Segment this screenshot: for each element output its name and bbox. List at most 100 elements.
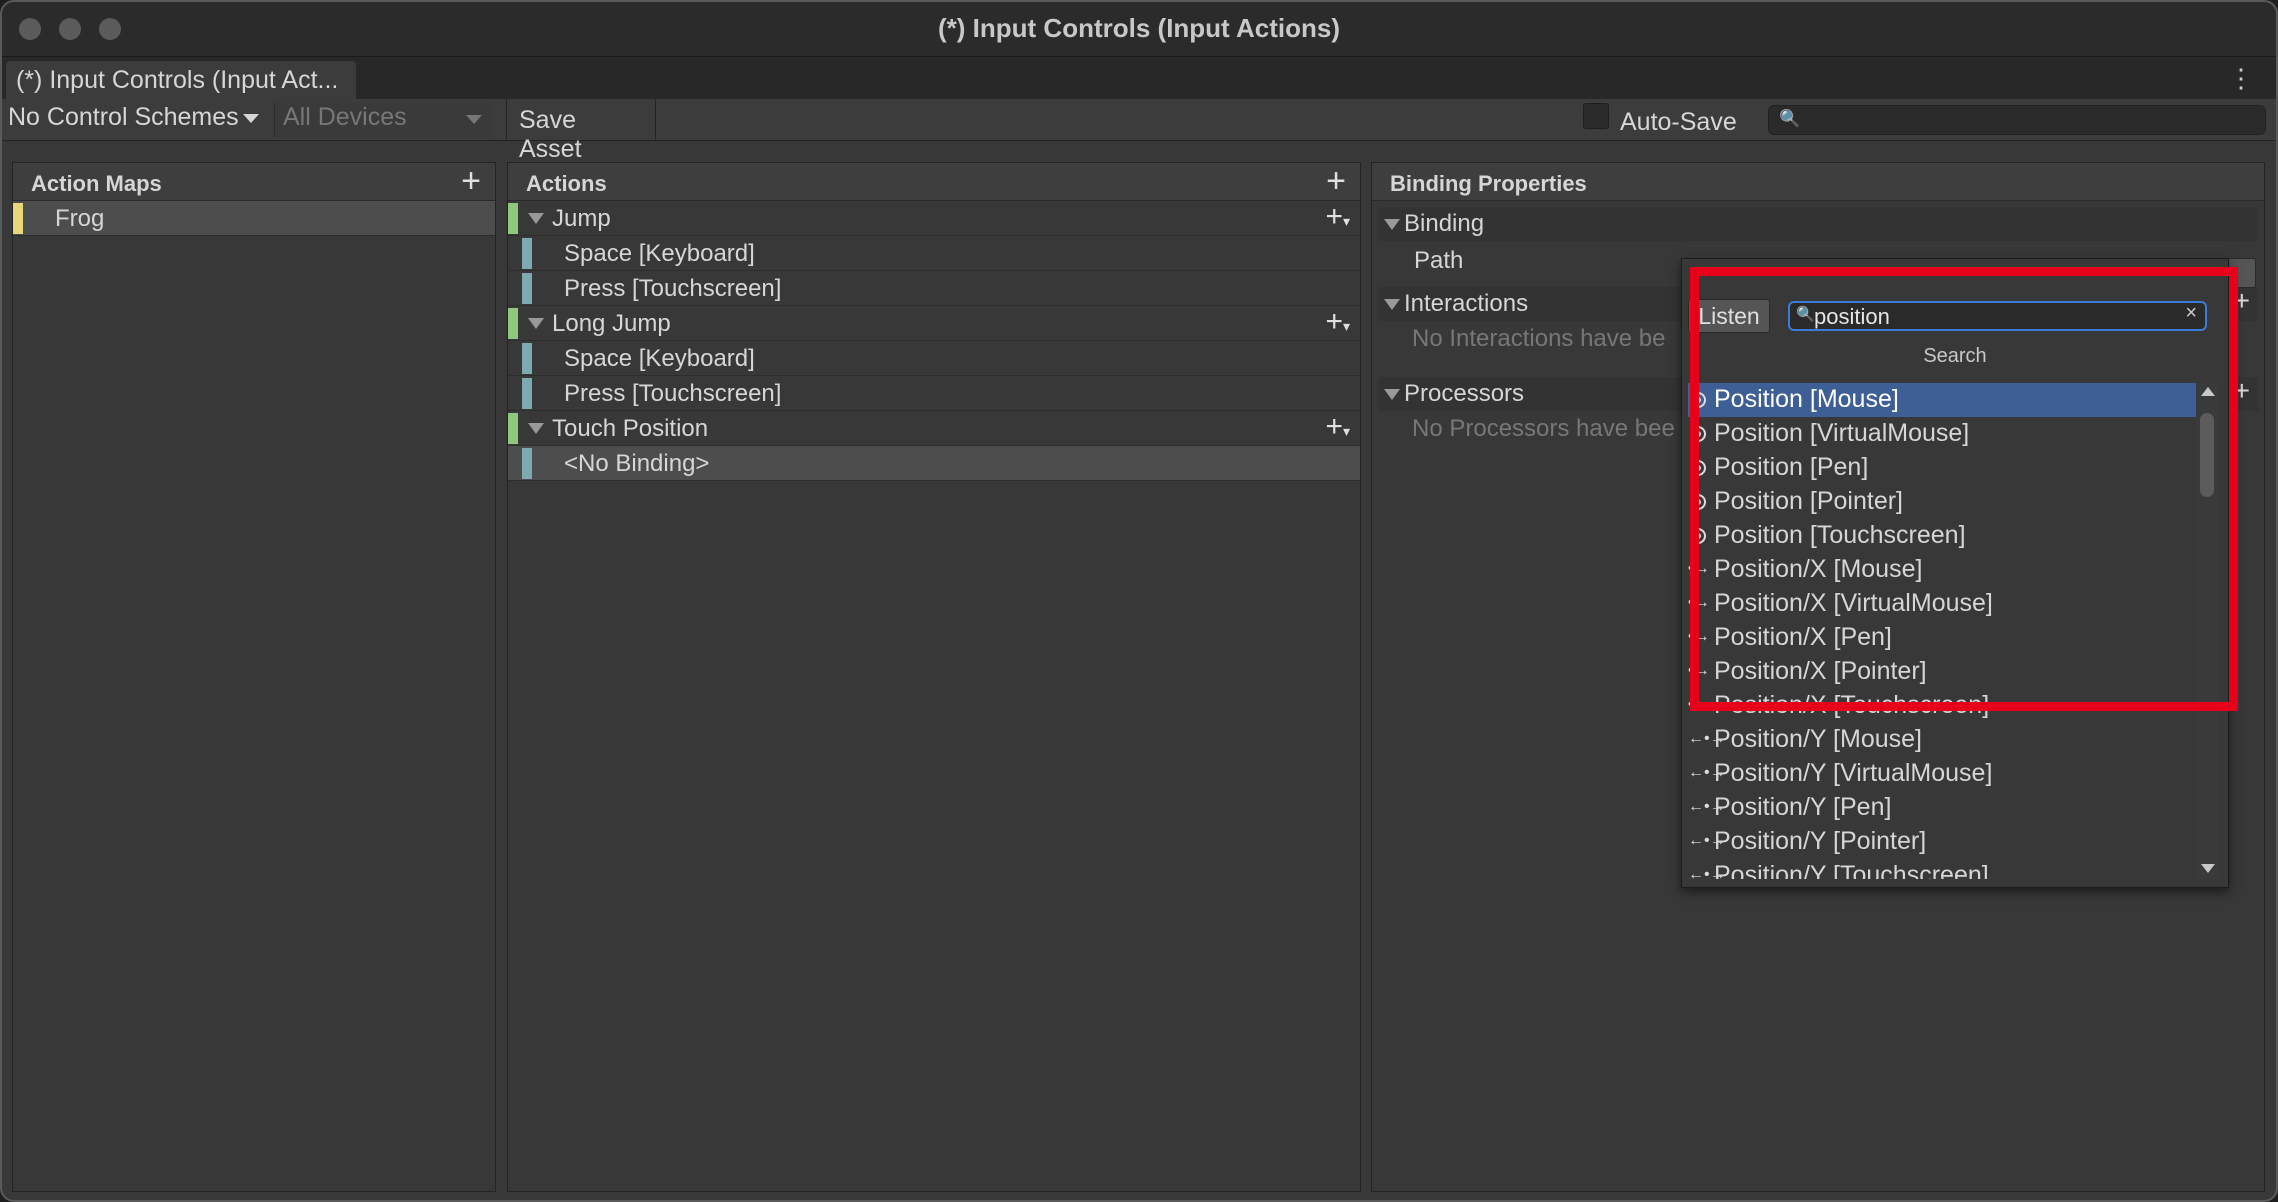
input-actions-window: (*) Input Controls (Input Actions) (*) I…: [0, 0, 2278, 1202]
control-item[interactable]: •→ Position/X [VirtualMouse]: [1688, 587, 2196, 621]
control-item[interactable]: •→ Position/X [Touchscreen]: [1688, 689, 2196, 723]
action-label: Long Jump: [552, 310, 671, 337]
save-asset-button[interactable]: Save Asset: [506, 99, 656, 163]
control-label: Position/X [Pen]: [1714, 623, 1892, 651]
control-item[interactable]: •→ Position/X [Pointer]: [1688, 655, 2196, 689]
processors-empty-text: No Processors have bee: [1412, 415, 1675, 442]
control-item[interactable]: •→ Position/X [Pen]: [1688, 621, 2196, 655]
path-label: Path: [1414, 247, 1464, 274]
add-action-button[interactable]: +: [1326, 164, 1346, 198]
binding-item[interactable]: Press [Touchscreen]: [508, 271, 1360, 306]
control-search-input[interactable]: 🔍 position ×: [1788, 301, 2207, 331]
action-label: Jump: [552, 205, 611, 232]
add-binding-button[interactable]: +▾: [1325, 307, 1350, 341]
vector-icon: [1690, 392, 1706, 408]
expand-triangle-icon[interactable]: [1384, 389, 1400, 400]
axis-icon: ←•→: [1688, 764, 1726, 781]
control-item[interactable]: ←•→ Position/Y [Touchscreen]: [1688, 859, 2196, 879]
control-label: Position [Touchscreen]: [1714, 521, 1966, 549]
picker-header: Search: [1923, 345, 1987, 367]
action-item-touch-position[interactable]: Touch Position +▾: [508, 411, 1360, 446]
scroll-thumb[interactable]: [2200, 413, 2214, 497]
control-label: Position [Mouse]: [1714, 385, 1899, 413]
window-title: (*) Input Controls (Input Actions): [938, 13, 1340, 43]
axis-icon: ←•→: [1688, 730, 1726, 747]
devices-dropdown[interactable]: All Devices: [274, 103, 492, 137]
add-processor-button[interactable]: +: [2234, 375, 2250, 407]
control-item[interactable]: ←•→ Position/Y [Pen]: [1688, 791, 2196, 825]
binding-label: Space [Keyboard]: [564, 345, 755, 372]
binding-color-stripe: [522, 273, 532, 304]
scroll-up-icon[interactable]: [2201, 387, 2215, 396]
search-icon: 🔍: [1796, 306, 1815, 323]
axis-icon: ←•→: [1688, 798, 1726, 815]
control-item[interactable]: Position [Mouse]: [1688, 383, 2196, 417]
binding-color-stripe: [522, 448, 532, 479]
control-label: Position/X [Mouse]: [1714, 555, 1923, 583]
control-list-scrollbar[interactable]: [2196, 383, 2218, 879]
binding-section-label: Binding: [1404, 210, 1485, 237]
binding-label: <No Binding>: [564, 450, 710, 477]
control-item[interactable]: •→ Position/X [Mouse]: [1688, 553, 2196, 587]
control-item[interactable]: ←•→ Position/Y [VirtualMouse]: [1688, 757, 2196, 791]
action-item-jump[interactable]: Jump +▾: [508, 201, 1360, 236]
control-list: Position [Mouse] Position [VirtualMouse]…: [1688, 383, 2196, 879]
toolbar-search-input[interactable]: 🔍: [1768, 105, 2266, 135]
axis-icon: •→: [1688, 662, 1710, 679]
binding-label: Press [Touchscreen]: [564, 380, 782, 407]
chevron-down-icon: [242, 113, 259, 123]
vector-icon: [1690, 426, 1706, 442]
action-map-label: Frog: [55, 205, 105, 232]
action-color-stripe: [508, 308, 518, 339]
binding-color-stripe: [522, 238, 532, 269]
control-scheme-label: No Control Schemes: [8, 103, 239, 131]
binding-section-header[interactable]: Binding: [1378, 207, 2258, 241]
binding-item[interactable]: Space [Keyboard]: [508, 236, 1360, 271]
axis-icon: •→: [1688, 628, 1710, 645]
control-label: Position/Y [Mouse]: [1714, 725, 1922, 753]
action-map-item-frog[interactable]: Frog: [13, 201, 495, 236]
listen-button[interactable]: Listen: [1688, 299, 1770, 333]
title-bar: (*) Input Controls (Input Actions): [2, 2, 2276, 57]
control-item[interactable]: Position [Pen]: [1688, 451, 2196, 485]
control-label: Position/X [VirtualMouse]: [1714, 589, 1993, 617]
binding-item[interactable]: Space [Keyboard]: [508, 341, 1360, 376]
axis-icon: •→: [1688, 696, 1710, 713]
control-label: Position [VirtualMouse]: [1714, 419, 1970, 447]
binding-color-stripe: [522, 378, 532, 409]
expand-triangle-icon[interactable]: [528, 213, 544, 224]
devices-label: All Devices: [283, 103, 407, 131]
add-binding-button[interactable]: +▾: [1325, 412, 1350, 446]
search-icon: 🔍: [1779, 109, 1801, 128]
clear-search-icon[interactable]: ×: [2185, 302, 2197, 325]
control-label: Position/Y [Pointer]: [1714, 827, 1927, 855]
add-binding-button[interactable]: +▾: [1325, 202, 1350, 236]
binding-item[interactable]: Press [Touchscreen]: [508, 376, 1360, 411]
expand-triangle-icon[interactable]: [528, 423, 544, 434]
control-item[interactable]: Position [Touchscreen]: [1688, 519, 2196, 553]
auto-save-label: Auto-Save: [1620, 108, 1737, 136]
tab-input-controls[interactable]: (*) Input Controls (Input Act...: [6, 61, 356, 99]
control-item[interactable]: Position [VirtualMouse]: [1688, 417, 2196, 451]
control-item[interactable]: Position [Pointer]: [1688, 485, 2196, 519]
action-item-long-jump[interactable]: Long Jump +▾: [508, 306, 1360, 341]
add-action-map-button[interactable]: +: [461, 164, 481, 198]
expand-triangle-icon[interactable]: [1384, 219, 1400, 230]
expand-triangle-icon[interactable]: [528, 318, 544, 329]
binding-item-selected[interactable]: <No Binding>: [508, 446, 1360, 481]
more-options-icon[interactable]: ⋮: [2228, 65, 2254, 91]
action-maps-panel: Action Maps + Frog: [12, 162, 496, 1192]
control-item[interactable]: ←•→ Position/Y [Pointer]: [1688, 825, 2196, 859]
binding-properties-header: Binding Properties: [1372, 163, 2264, 201]
auto-save-checkbox[interactable]: [1583, 103, 1609, 129]
control-label: Position/Y [VirtualMouse]: [1714, 759, 1993, 787]
control-item[interactable]: ←•→ Position/Y [Mouse]: [1688, 723, 2196, 757]
control-scheme-dropdown[interactable]: No Control Schemes: [8, 103, 259, 137]
axis-icon: •→: [1688, 560, 1710, 577]
action-maps-header: Action Maps +: [13, 163, 495, 201]
add-interaction-button[interactable]: +: [2234, 285, 2250, 317]
binding-label: Press [Touchscreen]: [564, 275, 782, 302]
expand-triangle-icon[interactable]: [1384, 299, 1400, 310]
binding-label: Space [Keyboard]: [564, 240, 755, 267]
scroll-down-icon[interactable]: [2201, 864, 2215, 873]
